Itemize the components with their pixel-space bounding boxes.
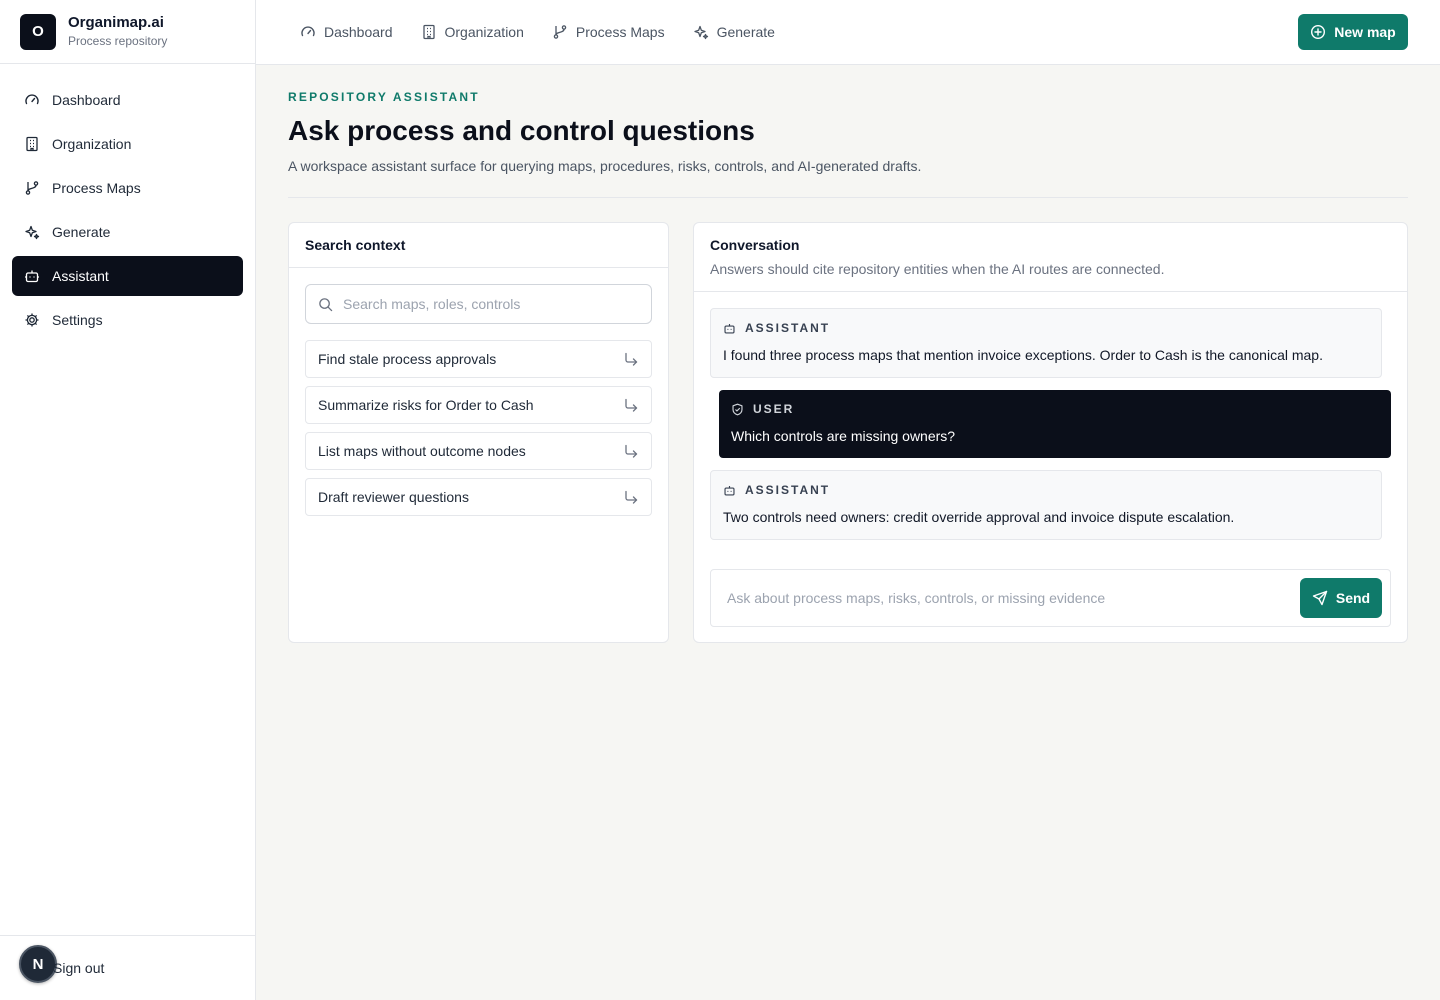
suggestion-label: List maps without outcome nodes xyxy=(318,443,526,459)
top-link-process-maps[interactable]: Process Maps xyxy=(552,24,665,40)
send-icon xyxy=(1312,590,1328,606)
new-map-button[interactable]: New map xyxy=(1298,14,1408,50)
sidebar-item-process-maps[interactable]: Process Maps xyxy=(12,168,243,208)
gauge-icon xyxy=(24,92,40,108)
top-nav: Dashboard Organization Process Maps Gene… xyxy=(300,24,803,40)
bot-icon xyxy=(724,323,735,334)
top-bar: Dashboard Organization Process Maps Gene… xyxy=(256,0,1440,65)
bot-icon xyxy=(24,268,40,284)
sidebar-item-label: Settings xyxy=(52,312,103,328)
sidebar-item-label: Assistant xyxy=(52,268,109,284)
corner-down-right-icon xyxy=(625,444,638,458)
sparkles-icon xyxy=(693,25,708,40)
corner-down-right-icon xyxy=(625,352,638,366)
sidebar-item-dashboard[interactable]: Dashboard xyxy=(12,80,243,120)
page-title: Ask process and control questions xyxy=(288,115,755,146)
search-icon xyxy=(319,297,333,311)
suggestion-item[interactable]: List maps without outcome nodes xyxy=(305,432,652,470)
brand[interactable]: O Organimap.ai Process repository xyxy=(0,0,255,64)
assistant-message: ASSISTANT Two controls need owners: cred… xyxy=(710,470,1382,540)
sparkles-icon xyxy=(24,224,40,240)
brand-name: Organimap.ai xyxy=(68,14,164,31)
suggestion-label: Draft reviewer questions xyxy=(318,489,469,505)
search-context-panel: Search context Find stale process approv… xyxy=(288,222,669,643)
suggestion-label: Find stale process approvals xyxy=(318,351,497,367)
suggestion-item[interactable]: Summarize risks for Order to Cash xyxy=(305,386,652,424)
panel-header: Conversation Answers should cite reposit… xyxy=(694,223,1407,292)
top-link-organization[interactable]: Organization xyxy=(421,24,524,40)
page-eyebrow: REPOSITORY ASSISTANT xyxy=(288,90,480,104)
corner-down-right-icon xyxy=(625,398,638,412)
sidebar-item-assistant[interactable]: Assistant xyxy=(12,256,243,296)
brand-logo: O xyxy=(20,13,56,50)
sidebar: O Organimap.ai Process repository Dashbo… xyxy=(0,0,256,1000)
suggestion-item[interactable]: Find stale process approvals xyxy=(305,340,652,378)
message-list: ASSISTANT I found three process maps tha… xyxy=(694,292,1407,540)
sidebar-item-label: Generate xyxy=(52,224,111,240)
gear-icon xyxy=(24,312,40,328)
panel-title: Conversation xyxy=(710,237,800,253)
message-text: I found three process maps that mention … xyxy=(723,347,1323,363)
panel-title: Search context xyxy=(305,237,406,253)
sidebar-item-label: Dashboard xyxy=(52,92,121,108)
sidebar-item-label: Process Maps xyxy=(52,180,141,196)
message-text: Two controls need owners: credit overrid… xyxy=(723,509,1235,525)
panel-header: Search context xyxy=(289,223,668,268)
send-button[interactable]: Send xyxy=(1300,578,1382,618)
sidebar-footer: N Sign out xyxy=(0,935,255,1000)
page-subtitle: A workspace assistant surface for queryi… xyxy=(288,158,922,174)
suggestion-list: Find stale process approvals Summarize r… xyxy=(305,340,652,516)
message-composer: Send xyxy=(710,569,1391,627)
brand-subtitle: Process repository xyxy=(68,34,168,48)
user-message: USER Which controls are missing owners? xyxy=(719,390,1391,458)
shield-check-icon xyxy=(732,403,743,415)
sidebar-item-organization[interactable]: Organization xyxy=(12,124,243,164)
message-input[interactable] xyxy=(727,590,1287,606)
top-link-label: Dashboard xyxy=(324,24,393,40)
gauge-icon xyxy=(301,26,315,37)
top-link-dashboard[interactable]: Dashboard xyxy=(300,24,393,40)
sidebar-item-settings[interactable]: Settings xyxy=(12,300,243,340)
divider xyxy=(288,197,1408,198)
plus-circle-icon xyxy=(1311,24,1326,40)
main-content: REPOSITORY ASSISTANT Ask process and con… xyxy=(288,65,1408,644)
top-link-generate[interactable]: Generate xyxy=(693,24,775,40)
panel-description: Answers should cite repository entities … xyxy=(710,261,1165,277)
top-link-label: Generate xyxy=(716,24,775,40)
search-input[interactable] xyxy=(343,296,633,312)
new-map-label: New map xyxy=(1334,24,1396,40)
assistant-message: ASSISTANT I found three process maps tha… xyxy=(710,308,1382,378)
search-box[interactable] xyxy=(305,284,652,324)
sidebar-item-generate[interactable]: Generate xyxy=(12,212,243,252)
send-label: Send xyxy=(1335,590,1371,606)
sidebar-item-label: Organization xyxy=(52,136,132,152)
message-text: Which controls are missing owners? xyxy=(731,428,956,444)
top-link-label: Process Maps xyxy=(575,24,665,40)
sign-out-link[interactable]: Sign out xyxy=(53,960,104,976)
building-icon xyxy=(422,24,435,40)
suggestion-label: Summarize risks for Order to Cash xyxy=(318,397,534,413)
corner-down-right-icon xyxy=(625,490,638,504)
message-role: USER xyxy=(753,402,795,416)
git-branch-icon xyxy=(553,25,567,39)
sidebar-nav: Dashboard Organization Process Maps Gene… xyxy=(0,64,255,360)
conversation-panel: Conversation Answers should cite reposit… xyxy=(693,222,1408,643)
message-role: ASSISTANT xyxy=(745,483,831,497)
building-icon xyxy=(24,136,40,152)
bot-icon xyxy=(724,485,735,496)
suggestion-item[interactable]: Draft reviewer questions xyxy=(305,478,652,516)
message-role: ASSISTANT xyxy=(745,321,831,335)
git-branch-icon xyxy=(24,180,40,196)
avatar[interactable]: N xyxy=(19,945,57,983)
top-link-label: Organization xyxy=(444,24,524,40)
